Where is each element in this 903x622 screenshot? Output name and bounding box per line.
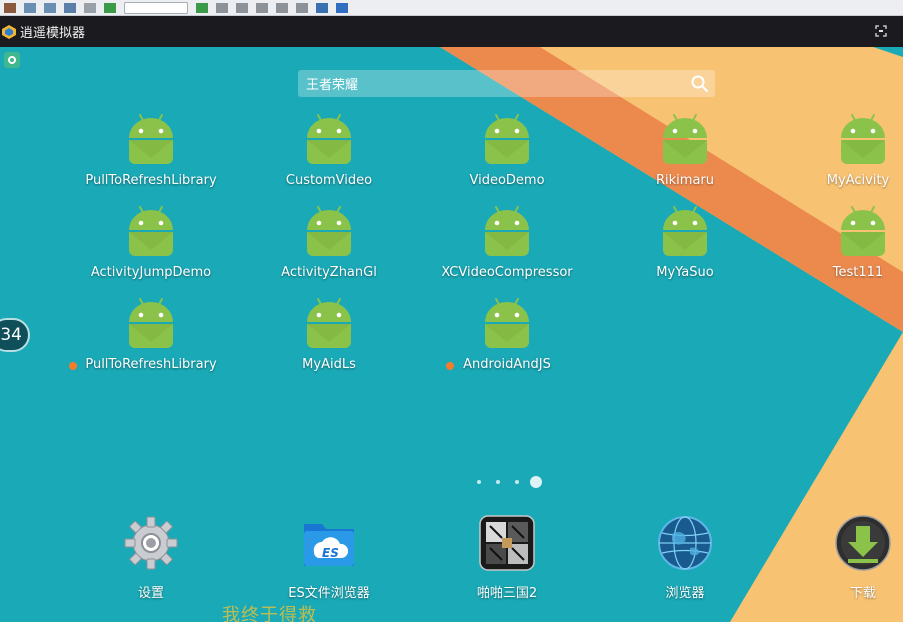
app-label: ActivityZhanGl — [281, 265, 377, 280]
es-file-explorer-icon: ES — [304, 524, 354, 566]
app-icon[interactable]: XCVideoCompressor — [432, 204, 582, 294]
android-home-screen: 王者荣耀 PullToRefreshLibrary CustomVideo Vi… — [0, 47, 903, 622]
app-label: MyAcivity — [826, 173, 890, 188]
app-label: VideoDemo — [469, 173, 545, 188]
app-label: Rikimaru — [656, 173, 714, 188]
app-label: ActivityJumpDemo — [90, 265, 212, 280]
dock-label: 下载 — [849, 586, 876, 601]
app-icon[interactable]: ActivityJumpDemo — [76, 204, 226, 294]
app-icon[interactable]: PullToRefreshLibrary — [69, 296, 226, 386]
stop-icon[interactable] — [276, 2, 288, 13]
toolbar-button-icon[interactable] — [256, 2, 268, 13]
dock-app-settings[interactable]: 设置 — [76, 514, 226, 604]
svg-text:ES: ES — [322, 546, 339, 560]
app-label: MyAidLs — [302, 357, 356, 372]
android-robot-icon — [306, 298, 352, 348]
settings-gear-icon — [124, 516, 178, 570]
sdk-manager-icon[interactable] — [316, 2, 328, 13]
app-label: Test111 — [832, 265, 884, 280]
android-robot-icon — [484, 298, 530, 348]
dock-label: 啪啪三国2 — [476, 586, 538, 601]
fullscreen-icon[interactable] — [875, 25, 887, 37]
app-label: PullToRefreshLibrary — [85, 357, 217, 372]
help-icon[interactable] — [336, 2, 348, 13]
toolbar-button-icon[interactable] — [104, 2, 116, 13]
toolbar-button-icon[interactable] — [296, 2, 308, 13]
notification-app-icon[interactable] — [3, 51, 21, 69]
android-robot-icon — [306, 114, 352, 164]
android-robot-icon — [306, 206, 352, 256]
page-dot[interactable] — [496, 480, 500, 484]
page-dot-active[interactable] — [530, 476, 542, 488]
dock-app-es-file-explorer[interactable]: ES ES文件浏览器 — [254, 514, 404, 604]
dock-label: ES文件浏览器 — [288, 586, 370, 601]
toolbar-button-icon[interactable] — [24, 2, 36, 13]
emulator-titlebar: 逍遥模拟器 — [0, 16, 903, 47]
app-icon[interactable]: PullToRefreshLibrary — [76, 112, 226, 202]
toolbar-button-icon[interactable] — [236, 2, 248, 13]
android-robot-icon — [128, 298, 174, 348]
android-robot-icon — [128, 114, 174, 164]
app-icon[interactable]: ActivityZhanGl — [254, 204, 404, 294]
emulator-logo-icon — [2, 24, 16, 39]
run-config-select[interactable] — [124, 1, 188, 14]
emulator-title: 逍遥模拟器 — [20, 26, 86, 41]
overlay-caption: 我终于得救 — [222, 605, 317, 622]
toolbar-button-icon[interactable] — [4, 2, 16, 13]
ide-toolbar — [0, 0, 903, 16]
dock-app-game[interactable]: 啪啪三国2 — [432, 514, 582, 604]
android-robot-icon — [840, 114, 886, 164]
toolbar-button-icon[interactable] — [44, 2, 56, 13]
app-icon[interactable]: AndroidAndJS — [432, 296, 582, 386]
app-icon[interactable]: CustomVideo — [254, 112, 404, 202]
search-bar[interactable]: 王者荣耀 — [298, 70, 715, 97]
dock-label: 设置 — [137, 586, 164, 601]
app-label: CustomVideo — [285, 173, 373, 188]
app-label: PullToRefreshLibrary — [85, 173, 217, 188]
app-icon[interactable]: Rikimaru — [610, 112, 760, 202]
download-icon — [835, 515, 891, 571]
app-icon[interactable]: VideoDemo — [432, 112, 582, 202]
debug-icon[interactable] — [216, 2, 228, 13]
dock-label: 浏览器 — [665, 586, 705, 601]
android-robot-icon — [484, 114, 530, 164]
app-label: MyYaSuo — [656, 265, 714, 280]
search-icon[interactable] — [690, 74, 709, 93]
android-robot-icon — [128, 206, 174, 256]
page-dot[interactable] — [477, 480, 481, 484]
app-label: AndroidAndJS — [463, 357, 551, 372]
game-papa-sanguo-icon — [479, 515, 535, 571]
android-robot-icon — [840, 206, 886, 256]
app-label: XCVideoCompressor — [441, 265, 573, 280]
page-indicator — [472, 475, 552, 489]
toolbar-button-icon[interactable] — [64, 2, 76, 13]
app-icon[interactable]: Test111 — [753, 204, 903, 294]
android-robot-icon — [662, 114, 708, 164]
browser-globe-icon — [658, 516, 712, 570]
screen-root: 逍遥模拟器 王者荣耀 PullToRefreshLibrary CustomVi… — [0, 0, 903, 622]
app-icon[interactable]: MyAidLs — [254, 296, 404, 386]
android-robot-icon — [662, 206, 708, 256]
app-icon[interactable]: MyAcivity — [753, 112, 903, 202]
dock-app-download[interactable]: 下载 — [788, 514, 903, 604]
app-icon[interactable]: MyYaSuo — [610, 204, 760, 294]
page-dot[interactable] — [515, 480, 519, 484]
dock-app-browser[interactable]: 浏览器 — [610, 514, 760, 604]
android-robot-icon — [484, 206, 530, 256]
toolbar-button-icon[interactable] — [84, 2, 96, 13]
run-icon[interactable] — [196, 2, 208, 13]
search-query-text: 王者荣耀 — [306, 78, 359, 93]
